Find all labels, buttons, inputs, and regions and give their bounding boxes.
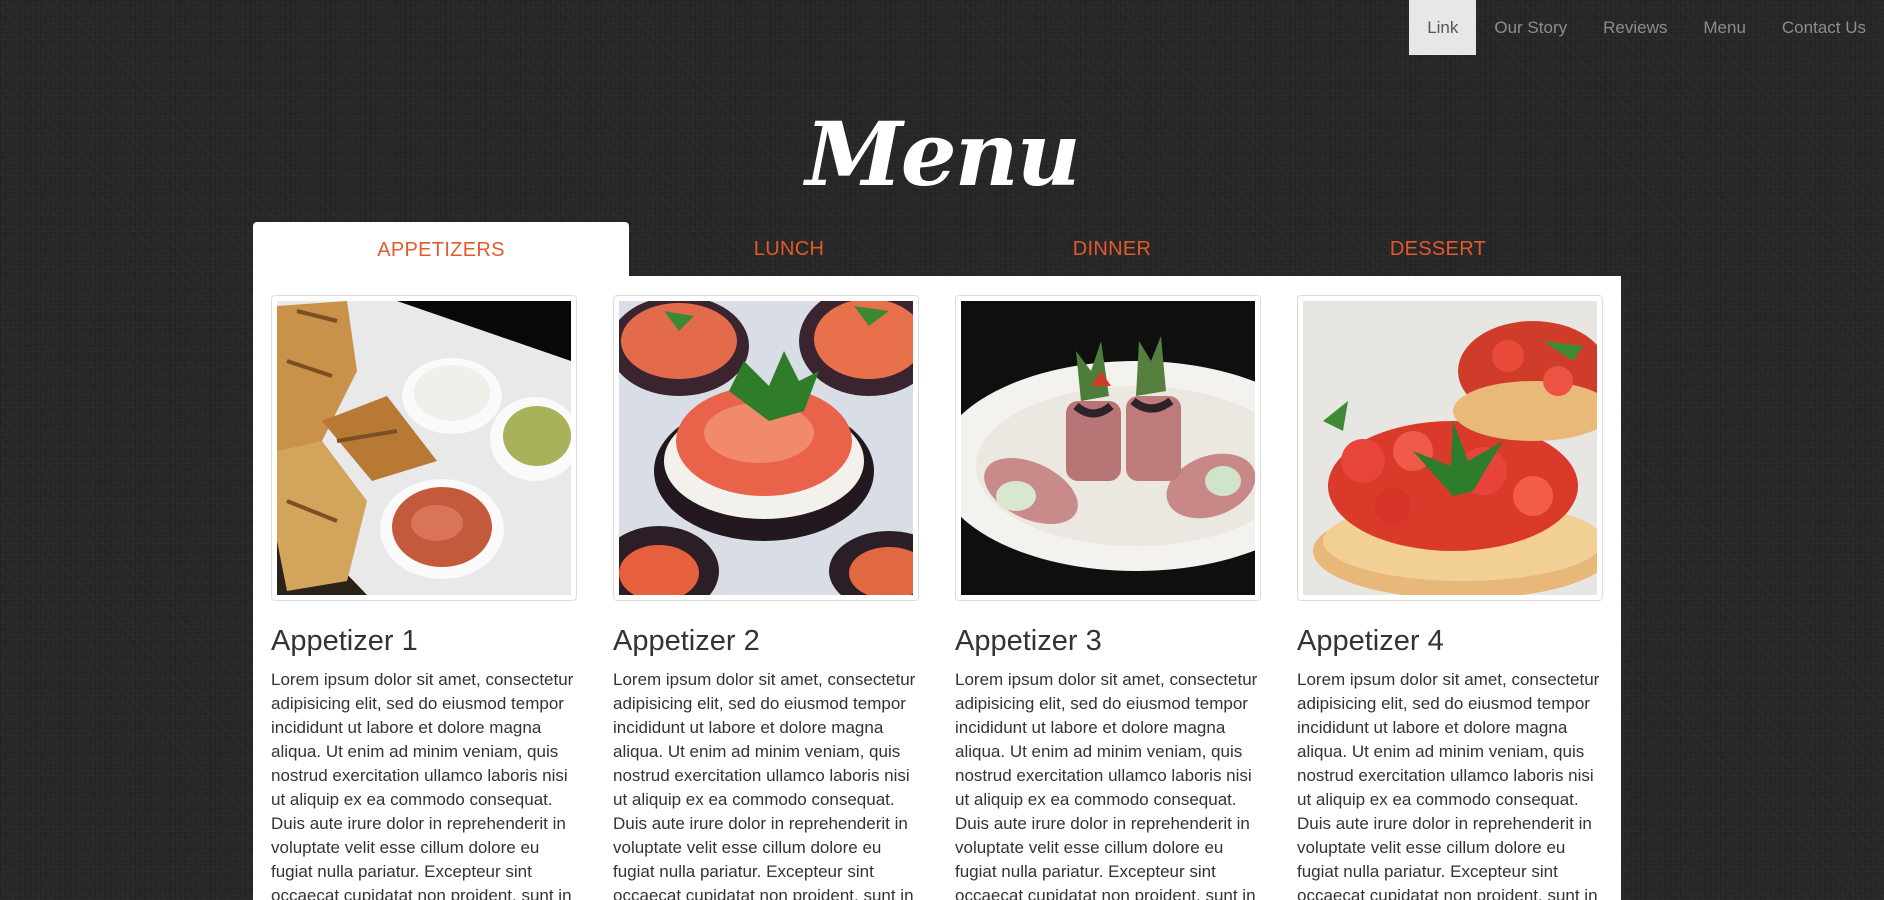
- tab-dessert[interactable]: DESSERT: [1275, 222, 1601, 276]
- menu-tabs: APPETIZERS LUNCH DINNER DESSERT: [253, 222, 1621, 278]
- menu-panel: Appetizer 1 Lorem ipsum dolor sit amet, …: [253, 276, 1621, 900]
- menu-item-card: Appetizer 1 Lorem ipsum dolor sit amet, …: [271, 295, 577, 900]
- nav-link-our-story[interactable]: Our Story: [1476, 0, 1585, 55]
- nav-link-link[interactable]: Link: [1409, 0, 1477, 55]
- bread-and-dips-image: [277, 301, 571, 595]
- menu-item-description: Lorem ipsum dolor sit amet, consectetur …: [1297, 670, 1600, 900]
- eggplant-tomato-bites-image: [619, 301, 913, 595]
- meat-rolls-image: [961, 301, 1255, 595]
- menu-item-description: Lorem ipsum dolor sit amet, consectetur …: [613, 670, 916, 900]
- menu-item-card: Appetizer 3 Lorem ipsum dolor sit amet, …: [955, 295, 1261, 900]
- menu-item-card: Appetizer 4 Lorem ipsum dolor sit amet, …: [1297, 295, 1603, 900]
- menu-item-description: Lorem ipsum dolor sit amet, consectetur …: [271, 670, 574, 900]
- nav-link-reviews[interactable]: Reviews: [1585, 0, 1685, 55]
- menu-item-description: Lorem ipsum dolor sit amet, consectetur …: [955, 670, 1258, 900]
- menu-item-title: Appetizer 3: [955, 625, 1102, 657]
- bruschetta-photo[interactable]: [1297, 295, 1603, 601]
- meat-rolls-photo[interactable]: [955, 295, 1261, 601]
- bread-and-dips-photo[interactable]: [271, 295, 577, 601]
- menu-item-title: Appetizer 2: [613, 625, 760, 657]
- menu-item-title: Appetizer 4: [1297, 625, 1444, 657]
- nav-link-contact-us[interactable]: Contact Us: [1764, 0, 1884, 55]
- top-nav: Link Our Story Reviews Menu Contact Us: [1409, 0, 1884, 55]
- page-title: Menu: [805, 102, 1080, 206]
- tab-dinner[interactable]: DINNER: [949, 222, 1275, 276]
- bruschetta-image: [1303, 301, 1597, 595]
- menu-item-card: Appetizer 2 Lorem ipsum dolor sit amet, …: [613, 295, 919, 900]
- eggplant-tomato-bites-photo[interactable]: [613, 295, 919, 601]
- menu-item-title: Appetizer 1: [271, 625, 418, 657]
- tab-lunch[interactable]: LUNCH: [629, 222, 949, 276]
- nav-link-menu[interactable]: Menu: [1685, 0, 1764, 55]
- tab-appetizers[interactable]: APPETIZERS: [253, 222, 629, 278]
